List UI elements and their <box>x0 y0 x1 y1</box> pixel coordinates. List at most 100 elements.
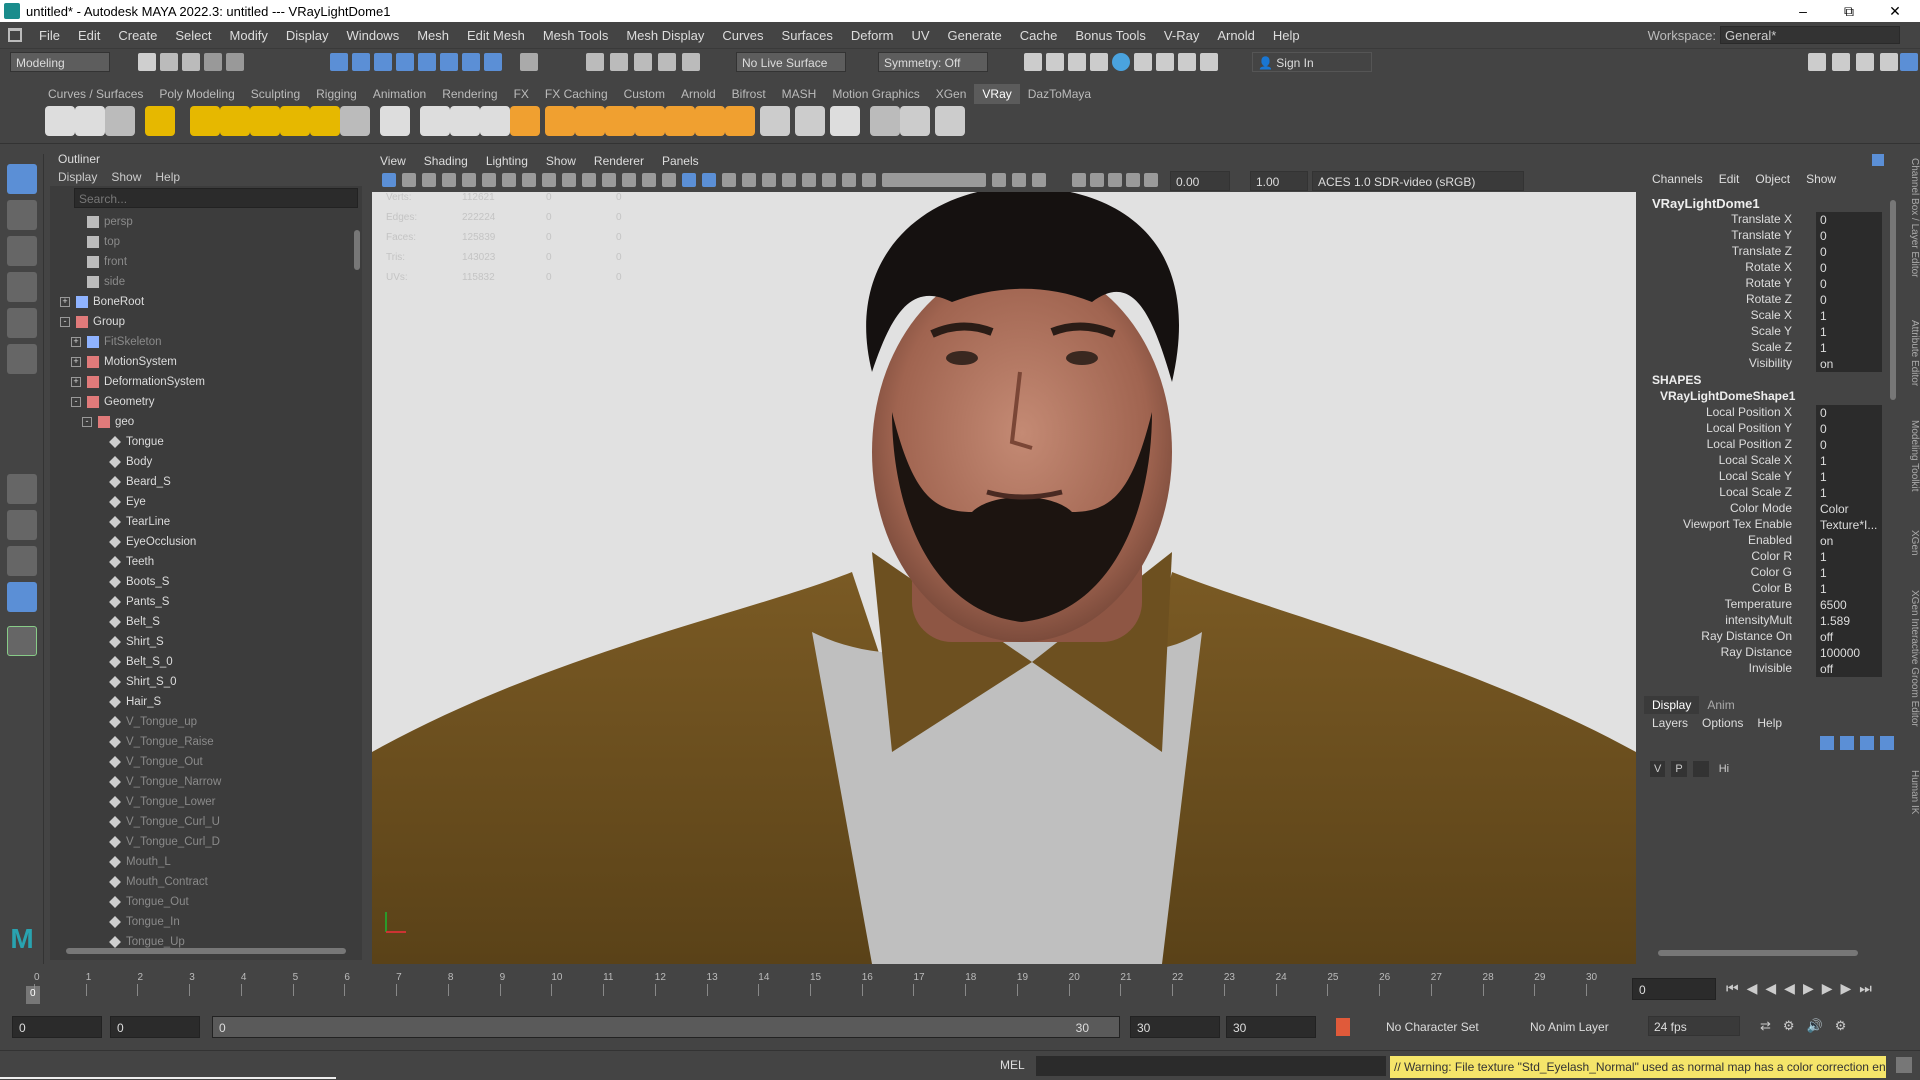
attribute-value-field[interactable]: off <box>1816 661 1882 677</box>
outliner-item[interactable]: Shirt_S <box>50 632 164 652</box>
outliner-item[interactable]: Boots_S <box>50 572 169 592</box>
history-icon[interactable] <box>586 53 604 71</box>
attribute-value-field[interactable]: 1 <box>1816 581 1882 597</box>
outliner-layout-icon[interactable] <box>7 582 37 612</box>
layer-tab-display[interactable]: Display <box>1644 696 1700 714</box>
playback-end-field[interactable]: 30 <box>1130 1016 1220 1038</box>
render-settings-icon[interactable] <box>1090 53 1108 71</box>
loop-icon[interactable]: ⇄ <box>1760 1018 1771 1034</box>
menu-mesh[interactable]: Mesh <box>408 28 458 43</box>
attribute-value-field[interactable]: 1 <box>1816 485 1882 501</box>
vray-light-rect-icon[interactable] <box>145 106 175 136</box>
script-language-toggle[interactable]: MEL <box>1000 1058 1025 1072</box>
select-hierarchy-icon[interactable] <box>330 53 348 71</box>
viewport-tool-icon[interactable] <box>382 173 396 187</box>
outliner-item[interactable]: + MotionSystem <box>50 352 177 372</box>
vray-mesh-light-icon[interactable] <box>220 106 250 136</box>
undo-icon[interactable] <box>204 53 222 71</box>
viewport-tool-icon[interactable] <box>1126 173 1140 187</box>
step-back-key-icon[interactable]: ◀ <box>1747 980 1758 997</box>
viewport-tool-icon[interactable] <box>842 173 856 187</box>
move-layer-down-icon[interactable] <box>1840 736 1854 750</box>
outliner-item[interactable]: side <box>50 272 125 292</box>
vray-proxy-icon[interactable] <box>380 106 410 136</box>
outliner-item[interactable]: Body <box>50 452 152 472</box>
vray-fur-icon[interactable] <box>420 106 450 136</box>
outliner-item[interactable]: V_Tongue_Out <box>50 752 203 772</box>
magnet-icon[interactable] <box>634 53 652 71</box>
viewport-tool-icon[interactable] <box>562 173 576 187</box>
sign-in-button[interactable]: 👤 Sign In <box>1252 52 1372 72</box>
workspace-dropdown[interactable]: General* <box>1720 26 1900 44</box>
attribute-value-field[interactable]: 1 <box>1816 308 1882 324</box>
menu-select[interactable]: Select <box>166 28 220 43</box>
step-forward-frame-icon[interactable]: ▶ <box>1822 980 1833 997</box>
attribute-value-field[interactable]: 0 <box>1816 260 1882 276</box>
side-tab-human-ik[interactable]: Human IK <box>1904 770 1920 814</box>
snap-together-icon[interactable] <box>658 53 676 71</box>
layer-h-scrollbar[interactable] <box>1658 950 1858 956</box>
go-to-end-icon[interactable]: ⏭ <box>1859 980 1872 997</box>
attribute-value-field[interactable]: 100000 <box>1816 645 1882 661</box>
vray-volume-icon[interactable] <box>510 106 540 136</box>
vray-cosmos-icon[interactable] <box>760 106 790 136</box>
viewport-tool-icon[interactable] <box>762 173 776 187</box>
vray-box-icon[interactable] <box>635 106 665 136</box>
viewport-tool-icon[interactable] <box>522 173 536 187</box>
vray-sun-icon[interactable] <box>310 106 340 136</box>
step-forward-key-icon[interactable]: ▶ <box>1841 980 1852 997</box>
shelf-tab-custom[interactable]: Custom <box>616 84 673 104</box>
side-tab-xgen-interactive-groom-editor[interactable]: XGen Interactive Groom Editor <box>1904 590 1920 727</box>
expand-toggle[interactable]: - <box>82 417 92 427</box>
four-view-layout-icon[interactable] <box>7 510 37 540</box>
outliner-item[interactable]: Teeth <box>50 552 154 572</box>
open-scene-icon[interactable] <box>160 53 178 71</box>
menu-arnold[interactable]: Arnold <box>1208 28 1264 43</box>
lock-icon[interactable] <box>520 53 538 71</box>
viewport-tool-icon[interactable] <box>892 173 906 187</box>
rotate-tool-icon[interactable] <box>7 308 37 338</box>
outliner-item[interactable]: V_Tongue_Curl_U <box>50 812 220 832</box>
outliner-item[interactable]: Shirt_S_0 <box>50 672 177 692</box>
outliner-item[interactable]: Mouth_L <box>50 852 171 872</box>
search-icon[interactable] <box>7 626 37 656</box>
shelf-tab-xgen[interactable]: XGen <box>928 84 975 104</box>
viewport-tool-icon[interactable] <box>462 173 476 187</box>
layer-tab-anim[interactable]: Anim <box>1699 696 1742 714</box>
outliner-item[interactable]: - Geometry <box>50 392 155 412</box>
attribute-value-field[interactable]: 0 <box>1816 276 1882 292</box>
viewport-tool-icon[interactable] <box>642 173 656 187</box>
vray-grid-icon[interactable] <box>605 106 635 136</box>
hypershade-icon[interactable] <box>1112 53 1130 71</box>
scale-tool-icon[interactable] <box>7 344 37 374</box>
outliner-item[interactable]: Hair_S <box>50 692 161 712</box>
outliner-item[interactable]: + BoneRoot <box>50 292 144 312</box>
vray-ipr-shelf-icon[interactable] <box>75 106 105 136</box>
viewport-tool-icon[interactable] <box>1108 173 1122 187</box>
side-tab-attribute-editor[interactable]: Attribute Editor <box>1904 320 1920 386</box>
auto-key-icon[interactable] <box>1336 1018 1350 1036</box>
redo-icon[interactable] <box>226 53 244 71</box>
outliner-item[interactable]: - Group <box>50 312 125 332</box>
viewport-tool-icon[interactable] <box>502 173 516 187</box>
viewport-tool-icon[interactable] <box>702 173 716 187</box>
menu-bonus-tools[interactable]: Bonus Tools <box>1066 28 1155 43</box>
attribute-value-field[interactable]: 1.589 <box>1816 613 1882 629</box>
snap-grid-icon[interactable] <box>396 53 414 71</box>
outliner-menu-help[interactable]: Help <box>155 170 180 184</box>
viewport-tool-icon[interactable] <box>782 173 796 187</box>
command-input[interactable] <box>1036 1056 1386 1076</box>
new-scene-icon[interactable] <box>138 53 156 71</box>
viewport-tool-icon[interactable] <box>682 173 696 187</box>
layer-menu-help[interactable]: Help <box>1757 716 1782 730</box>
expand-toggle[interactable]: - <box>60 317 70 327</box>
vray-settings-icon[interactable] <box>45 106 75 136</box>
channel-attribute[interactable]: Rotate Z 0 <box>1644 292 1884 308</box>
snap-point-icon[interactable] <box>440 53 458 71</box>
menu-help[interactable]: Help <box>1264 28 1309 43</box>
snap-curve-icon[interactable] <box>418 53 436 71</box>
expand-toggle[interactable]: + <box>71 357 81 367</box>
vray-plane-icon[interactable] <box>480 106 510 136</box>
outliner-item[interactable]: V_Tongue_up <box>50 712 197 732</box>
viewport-tool-icon[interactable] <box>1032 173 1046 187</box>
